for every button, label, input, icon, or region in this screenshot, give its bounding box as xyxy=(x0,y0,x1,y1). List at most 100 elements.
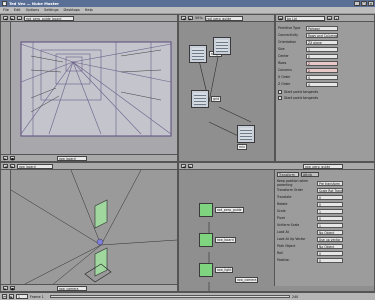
network-pane-top-right: ◀ ▶ 50% rod_perp_guide rod_a grid mix xyxy=(178,14,275,162)
viewer-bottom-field[interactable]: row_board xyxy=(57,155,87,161)
viewer3d-side-toolbar xyxy=(1,170,11,286)
play-icon[interactable]: ▶ xyxy=(3,155,8,161)
viewer3d-path-field[interactable]: row_board xyxy=(17,163,53,169)
properties-pane-top: ▦ ba Lid ⚙ ? Primitive Type Polygon Conne… xyxy=(275,14,375,162)
back-icon[interactable]: ◀ xyxy=(3,15,8,21)
network-path-field[interactable]: rod_perp_guide xyxy=(204,15,243,21)
prop-row: Uniform Scale 1 xyxy=(277,222,343,228)
viewer-pane-bottom-left: ◀ ▶ row_board ▶ ■ row_camera xyxy=(0,162,178,292)
end-tangent-check[interactable]: Start point tangents xyxy=(278,95,318,101)
prop-row: Look At No Object xyxy=(277,229,343,235)
stop-icon[interactable]: ■ xyxy=(10,285,15,291)
network-node[interactable]: rod_a xyxy=(189,45,222,63)
prop-row: Columns 2 xyxy=(278,67,338,73)
pane-bottom-right: ◀ ▶ row_perp_guide rod_perp_guide row_bo… xyxy=(178,162,375,292)
menu-help[interactable]: Help xyxy=(85,8,93,12)
bottom-right-toolbar: ◀ ▶ row_perp_guide xyxy=(179,163,374,170)
camera-marker xyxy=(96,238,104,246)
window-title: Ted Vex — Nuke Master xyxy=(9,1,59,6)
rewind-icon[interactable]: ⏮ xyxy=(2,294,7,299)
node-icon xyxy=(191,90,209,108)
prop-row: Transform Order Scale Rot Trans xyxy=(277,187,343,193)
tab-attrib[interactable]: Attrib xyxy=(301,172,319,177)
viewer3d-canvas[interactable] xyxy=(11,170,177,286)
prop-row: Look At Up Vector Use up vector xyxy=(277,236,343,242)
network2-node[interactable]: row_light xyxy=(199,263,234,277)
close-button[interactable]: × xyxy=(368,1,374,6)
prop-row: X Order 4 xyxy=(278,74,338,80)
menu-file[interactable]: File xyxy=(3,8,9,12)
prop-row: Keep position when parenting Pre transfor… xyxy=(277,179,343,187)
menu-edit[interactable]: Edit xyxy=(14,8,21,12)
node-label: row_light xyxy=(215,267,234,273)
node-label: row_camera xyxy=(235,277,259,283)
minimize-button[interactable]: _ xyxy=(354,1,360,6)
zoom-label: 50% xyxy=(195,16,203,20)
network-node[interactable]: grid xyxy=(191,90,222,108)
forward-icon[interactable]: ▶ xyxy=(10,15,15,21)
gear-icon[interactable]: ⚙ xyxy=(327,15,332,21)
timeline-slider[interactable] xyxy=(49,295,290,298)
node-label: row_board xyxy=(215,237,236,243)
properties-name-field[interactable]: ba Lid xyxy=(285,15,325,21)
forward-icon[interactable]: ▶ xyxy=(10,163,15,169)
viewer3d-bottom-field[interactable]: row_camera xyxy=(57,285,87,291)
prop-row: Connectivity Rows and Columns xyxy=(278,32,338,38)
network-node[interactable]: mix xyxy=(237,125,255,150)
menu-settings[interactable]: Settings xyxy=(44,8,58,12)
node-icon xyxy=(189,45,207,63)
prop-row: Roll 0 xyxy=(277,250,343,256)
play-icon[interactable]: ▶ xyxy=(3,285,8,291)
network2-node[interactable]: rod_perp_guide xyxy=(199,203,244,217)
viewer-side-toolbar xyxy=(1,22,11,156)
forward-icon[interactable]: ▶ xyxy=(188,163,193,169)
grid-icon: ▦ xyxy=(278,15,283,21)
home-icon[interactable]: ⌂ xyxy=(17,15,22,21)
prop-row: Center 0 xyxy=(278,53,338,59)
maximize-button[interactable]: □ xyxy=(361,1,367,6)
prop-row: Z Order 4 xyxy=(278,81,338,87)
checkbox-icon[interactable] xyxy=(278,90,282,94)
network2-node[interactable]: row_board xyxy=(199,233,236,247)
menu-desktops[interactable]: Desktops xyxy=(64,8,80,12)
viewer-bottombar: ▶ ■ row_board xyxy=(1,154,177,161)
node-icon xyxy=(199,233,213,247)
properties-toolbar: ▦ ba Lid ⚙ ? xyxy=(276,15,374,22)
play-icon[interactable]: ▶ xyxy=(9,294,14,299)
prop-row: Rotate 0 xyxy=(277,201,343,207)
node-label: grid xyxy=(211,96,222,102)
prop-row: Translate 0 xyxy=(277,194,343,200)
bottom-right-path-field[interactable]: row_perp_guide xyxy=(303,163,343,169)
prop-row: Rows 2 xyxy=(278,60,338,66)
app-titlebar: ◆ Ted Vex — Nuke Master _ □ × xyxy=(0,0,375,7)
network-node[interactable] xyxy=(213,37,231,55)
node-icon xyxy=(199,263,213,277)
back-icon[interactable]: ◀ xyxy=(181,163,186,169)
prop-row: Path Object No Object xyxy=(277,243,343,249)
playbar: ⏮ ▶ 1 Frame 1 240 xyxy=(0,292,375,300)
end-frame-label: 240 xyxy=(291,294,299,299)
stop-icon[interactable]: ■ xyxy=(10,155,15,161)
forward-icon[interactable]: ▶ xyxy=(188,15,193,21)
prop-row: Pivot 0 xyxy=(277,215,343,221)
prop-row: Scale 1 xyxy=(277,208,343,214)
node-icon xyxy=(213,37,231,55)
viewer-canvas[interactable] xyxy=(11,22,177,156)
back-icon[interactable]: ◀ xyxy=(3,163,8,169)
viewer-toolbar: ◀ ▶ ⌂ rod_perp_guide_board xyxy=(1,15,177,22)
help-icon[interactable]: ? xyxy=(334,15,339,21)
tab-transform[interactable]: Transform xyxy=(277,172,299,177)
checkbox-icon[interactable] xyxy=(278,96,282,100)
node-label: rod_perp_guide xyxy=(215,207,244,213)
frame-field[interactable]: 1 xyxy=(16,294,28,299)
app-icon: ◆ xyxy=(2,1,7,7)
viewer-path-field[interactable]: rod_perp_guide_board xyxy=(24,15,74,21)
window-controls: _ □ × xyxy=(354,1,374,6)
prop-row: Orientation ZX plane xyxy=(278,39,338,45)
menu-options[interactable]: Options xyxy=(26,8,40,12)
viewer3d-bottombar: ▶ ■ row_camera xyxy=(1,284,177,291)
network-toolbar: ◀ ▶ 50% rod_perp_guide xyxy=(179,15,274,22)
back-icon[interactable]: ◀ xyxy=(181,15,186,21)
properties-tabs: Transform Attrib xyxy=(277,172,319,177)
transform-properties: Transform Attrib Keep position when pare… xyxy=(274,170,374,286)
